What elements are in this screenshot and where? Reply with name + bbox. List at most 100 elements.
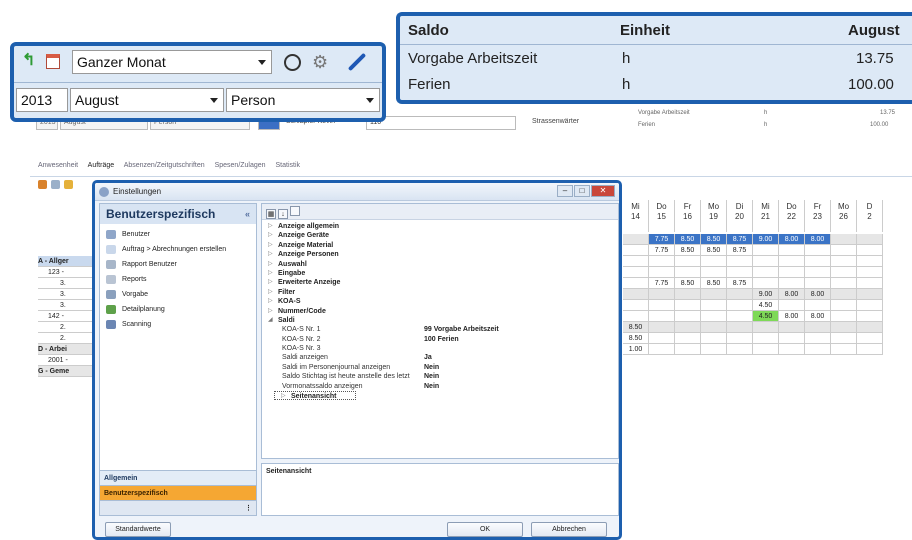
nav-item-reports[interactable]: Reports (100, 272, 256, 287)
nav-item-detailplanung[interactable]: Detailplanung (100, 302, 256, 317)
grid-cell[interactable] (831, 278, 857, 289)
grid-cell[interactable] (831, 300, 857, 311)
collapsed-triangle-icon[interactable]: ▷ (268, 241, 273, 250)
tree-row[interactable]: A - Allger (38, 256, 98, 267)
property-row[interactable]: KOA-S Nr. 3 (262, 344, 618, 353)
grid-cell[interactable] (649, 267, 675, 278)
grid-cell[interactable] (701, 256, 727, 267)
grid-cell[interactable] (727, 300, 753, 311)
property-value[interactable]: Nein (424, 363, 439, 372)
grid-cell[interactable] (779, 256, 805, 267)
grid-cell[interactable] (753, 333, 779, 344)
grid-cell[interactable] (623, 256, 649, 267)
property-row[interactable]: ▷ Anzeige Geräte (262, 231, 618, 240)
property-row[interactable]: ▷ Seitenansicht (274, 391, 356, 401)
property-row[interactable]: Vormonatssaldo anzeigen Nein (262, 382, 618, 391)
grid-cell[interactable] (805, 267, 831, 278)
property-value[interactable]: 100 Ferien (424, 335, 459, 344)
minimize-button[interactable]: – (557, 185, 573, 197)
property-row[interactable]: ▷ Erweiterte Anzeige (262, 278, 618, 287)
property-row[interactable]: ▷ KOA-S (262, 297, 618, 306)
collapsed-triangle-icon[interactable]: ▷ (268, 260, 273, 269)
grid-cell[interactable] (857, 300, 883, 311)
nav-item-benutzer[interactable]: Benutzer (100, 227, 256, 242)
collapsed-triangle-icon[interactable]: ▷ (268, 278, 273, 287)
grid-cell[interactable] (857, 234, 883, 245)
grid-cell[interactable] (753, 344, 779, 355)
property-value[interactable]: Nein (424, 382, 439, 391)
grid-cell[interactable]: 8.50 (623, 322, 649, 333)
grid-cell[interactable]: 1.00 (623, 344, 649, 355)
property-row[interactable]: ▷ Anzeige Personen (262, 250, 618, 259)
property-value[interactable]: 99 Vorgabe Arbeitszeit (424, 325, 499, 334)
grid-cell[interactable]: 7.75 (649, 234, 675, 245)
grid-cell[interactable] (857, 311, 883, 322)
nav-item-auftrag[interactable]: Auftrag > Abrechnungen erstellen (100, 242, 256, 257)
grid-cell[interactable] (649, 311, 675, 322)
collapse-chevron-icon[interactable]: « (245, 204, 250, 224)
grid-cell[interactable] (805, 278, 831, 289)
property-row[interactable]: Saldi im Personenjournal anzeigen Nein (262, 363, 618, 372)
tree-row[interactable]: 3. (38, 289, 98, 300)
grid-cell[interactable] (623, 311, 649, 322)
grid-cell[interactable]: 9.00 (753, 289, 779, 300)
grid-cell[interactable]: 7.75 (649, 278, 675, 289)
property-pages-icon[interactable] (290, 206, 300, 216)
grid-cell[interactable]: 8.00 (805, 311, 831, 322)
grid-cell[interactable]: 8.50 (701, 245, 727, 256)
collapsed-triangle-icon[interactable]: ▷ (268, 297, 273, 306)
gear-icon[interactable]: ⚙ (312, 53, 328, 71)
grid-cell[interactable] (675, 256, 701, 267)
grid-cell[interactable] (753, 278, 779, 289)
grid-cell[interactable] (857, 333, 883, 344)
tree-row[interactable]: G - Geme (38, 366, 98, 377)
grid-cell[interactable] (805, 256, 831, 267)
tree-row[interactable]: 2. (38, 322, 98, 333)
collapsed-triangle-icon[interactable]: ▷ (268, 307, 273, 316)
grid-cell[interactable] (779, 245, 805, 256)
grid-cell[interactable] (701, 344, 727, 355)
grid-cell[interactable] (649, 344, 675, 355)
nav-group-overflow[interactable]: ⋮ (100, 500, 256, 515)
grid-cell[interactable]: 8.50 (675, 278, 701, 289)
grid-cell[interactable]: 8.50 (701, 278, 727, 289)
grid-cell[interactable] (675, 322, 701, 333)
year-input[interactable]: 2013 (16, 88, 68, 112)
grid-cell[interactable]: 8.75 (727, 278, 753, 289)
grid-cell[interactable]: 4.50 (753, 300, 779, 311)
tree-row[interactable]: 3. (38, 278, 98, 289)
grid-cell[interactable] (857, 245, 883, 256)
tab-absenzen[interactable]: Absenzen/Zeitgutschriften (124, 162, 205, 169)
overflow-menu-icon[interactable]: ⋮ (245, 501, 252, 516)
grid-cell[interactable] (649, 289, 675, 300)
grid-cell[interactable] (623, 278, 649, 289)
collapsed-triangle-icon[interactable]: ▷ (268, 222, 273, 231)
dialog-titlebar[interactable]: Einstellungen – □ ✕ (95, 183, 619, 201)
categorized-icon[interactable]: ▦ (266, 209, 276, 219)
grid-cell[interactable] (675, 289, 701, 300)
grid-cell[interactable] (675, 333, 701, 344)
grid-cell[interactable] (727, 289, 753, 300)
grid-cell[interactable]: 8.75 (727, 245, 753, 256)
grid-cell[interactable] (727, 256, 753, 267)
collapsed-triangle-icon[interactable]: ▷ (268, 269, 273, 278)
grid-cell[interactable]: 8.50 (675, 234, 701, 245)
grid-cell[interactable] (805, 322, 831, 333)
grid-cell[interactable] (805, 300, 831, 311)
grid-cell[interactable] (831, 256, 857, 267)
grid-cell[interactable] (701, 300, 727, 311)
grid-cell[interactable] (779, 278, 805, 289)
period-select[interactable]: Ganzer Monat (72, 50, 272, 74)
grid-cell[interactable] (649, 333, 675, 344)
grid-cell[interactable]: 8.00 (805, 234, 831, 245)
grid-cell[interactable]: 8.75 (727, 234, 753, 245)
grid-cell[interactable] (805, 344, 831, 355)
grid-cell[interactable] (727, 344, 753, 355)
grid-cell[interactable] (779, 322, 805, 333)
grid-cell[interactable] (701, 333, 727, 344)
edit-icon[interactable] (38, 180, 47, 189)
property-row[interactable]: ▷ Eingabe (262, 269, 618, 278)
property-row[interactable]: ◢ Saldi (262, 316, 618, 325)
defaults-button[interactable]: Standardwerte (105, 522, 171, 537)
bg-person-number-field[interactable]: 110 (366, 116, 516, 130)
